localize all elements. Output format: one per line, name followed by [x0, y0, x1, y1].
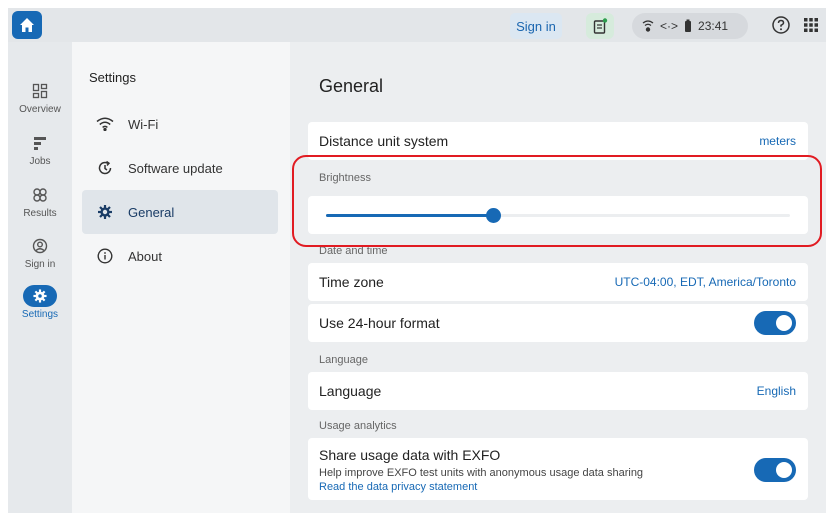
24-hour-format-label: Use 24-hour format	[319, 315, 440, 331]
nav-item-wifi[interactable]: Wi-Fi	[82, 102, 278, 146]
24-hour-format-row: Use 24-hour format	[308, 304, 808, 342]
jobs-icon	[34, 137, 46, 150]
main-content: General Distance unit system meters Brig…	[290, 42, 826, 513]
apps-grid-icon[interactable]	[803, 17, 819, 33]
home-button[interactable]	[12, 11, 42, 39]
rail-label: Settings	[21, 309, 59, 320]
rail-label: Overview	[19, 104, 61, 115]
status-pill[interactable]: <·> 23:41	[632, 13, 748, 39]
language-section-label: Language	[319, 354, 368, 366]
wifi-signal-icon	[642, 20, 654, 32]
24-hour-format-toggle[interactable]	[754, 311, 796, 335]
share-usage-title: Share usage data with EXFO	[319, 447, 501, 463]
time-zone-value[interactable]: UTC-04:00, EDT, America/Toronto	[615, 275, 796, 289]
link-icon: <·>	[660, 19, 679, 33]
results-icon	[33, 188, 47, 202]
sign-in-button[interactable]: Sign in	[510, 13, 562, 39]
nav-title: Settings	[89, 70, 136, 85]
rail-item-sign-in[interactable]: Sign in	[8, 235, 72, 270]
wifi-icon	[96, 117, 114, 131]
account-icon	[32, 238, 48, 254]
gear-icon	[98, 205, 112, 219]
nav-item-label: Wi-Fi	[128, 116, 159, 132]
gear-icon	[33, 289, 47, 303]
share-usage-description: Help improve EXFO test units with anonym…	[319, 467, 644, 479]
distance-unit-value[interactable]: meters	[759, 134, 796, 148]
rail-item-results[interactable]: Results	[8, 184, 72, 219]
time-zone-row[interactable]: Time zone UTC-04:00, EDT, America/Toront…	[308, 263, 808, 301]
rail-label: Jobs	[29, 156, 51, 167]
page-title: General	[319, 76, 384, 96]
share-usage-toggle[interactable]	[754, 458, 796, 482]
rail-item-overview[interactable]: Overview	[8, 80, 72, 115]
language-label: Language	[319, 383, 382, 399]
nav-item-about[interactable]: About	[82, 234, 278, 278]
left-rail: Overview Jobs Results Sign in Settings	[8, 42, 72, 513]
rail-label: Results	[23, 208, 57, 219]
highlight-outline	[292, 155, 822, 247]
nav-item-software-update[interactable]: Software update	[82, 146, 278, 190]
language-row[interactable]: Language English	[308, 372, 808, 410]
time-zone-label: Time zone	[319, 274, 384, 290]
battery-icon	[685, 19, 692, 32]
app-frame: Sign in <·> 23:41 Overview Jobs Results …	[8, 8, 826, 513]
info-icon	[97, 248, 113, 264]
rail-item-jobs[interactable]: Jobs	[8, 132, 72, 167]
privacy-statement-link[interactable]: Read the data privacy statement	[319, 481, 796, 493]
top-bar: Sign in <·> 23:41	[8, 8, 826, 42]
nav-item-label: General	[128, 204, 175, 220]
time-label: 23:41	[698, 19, 729, 33]
share-usage-card: Share usage data with EXFO Help improve …	[308, 438, 808, 500]
update-icon	[98, 160, 112, 175]
help-icon[interactable]	[771, 15, 791, 35]
rail-item-settings[interactable]: Settings	[8, 285, 72, 320]
usage-analytics-section-label: Usage analytics	[319, 420, 397, 432]
dashboard-icon	[32, 83, 48, 99]
rail-label: Sign in	[24, 259, 56, 270]
home-icon	[20, 18, 34, 32]
settings-nav: Settings Wi-Fi Software update General A…	[72, 42, 290, 513]
nav-item-label: About	[128, 248, 162, 264]
language-value[interactable]: English	[757, 384, 796, 398]
clipboard-icon	[593, 18, 608, 34]
nav-item-label: Software update	[128, 160, 223, 176]
clipboard-button[interactable]	[586, 13, 614, 39]
nav-item-general[interactable]: General	[82, 190, 278, 234]
distance-unit-label: Distance unit system	[319, 133, 449, 149]
